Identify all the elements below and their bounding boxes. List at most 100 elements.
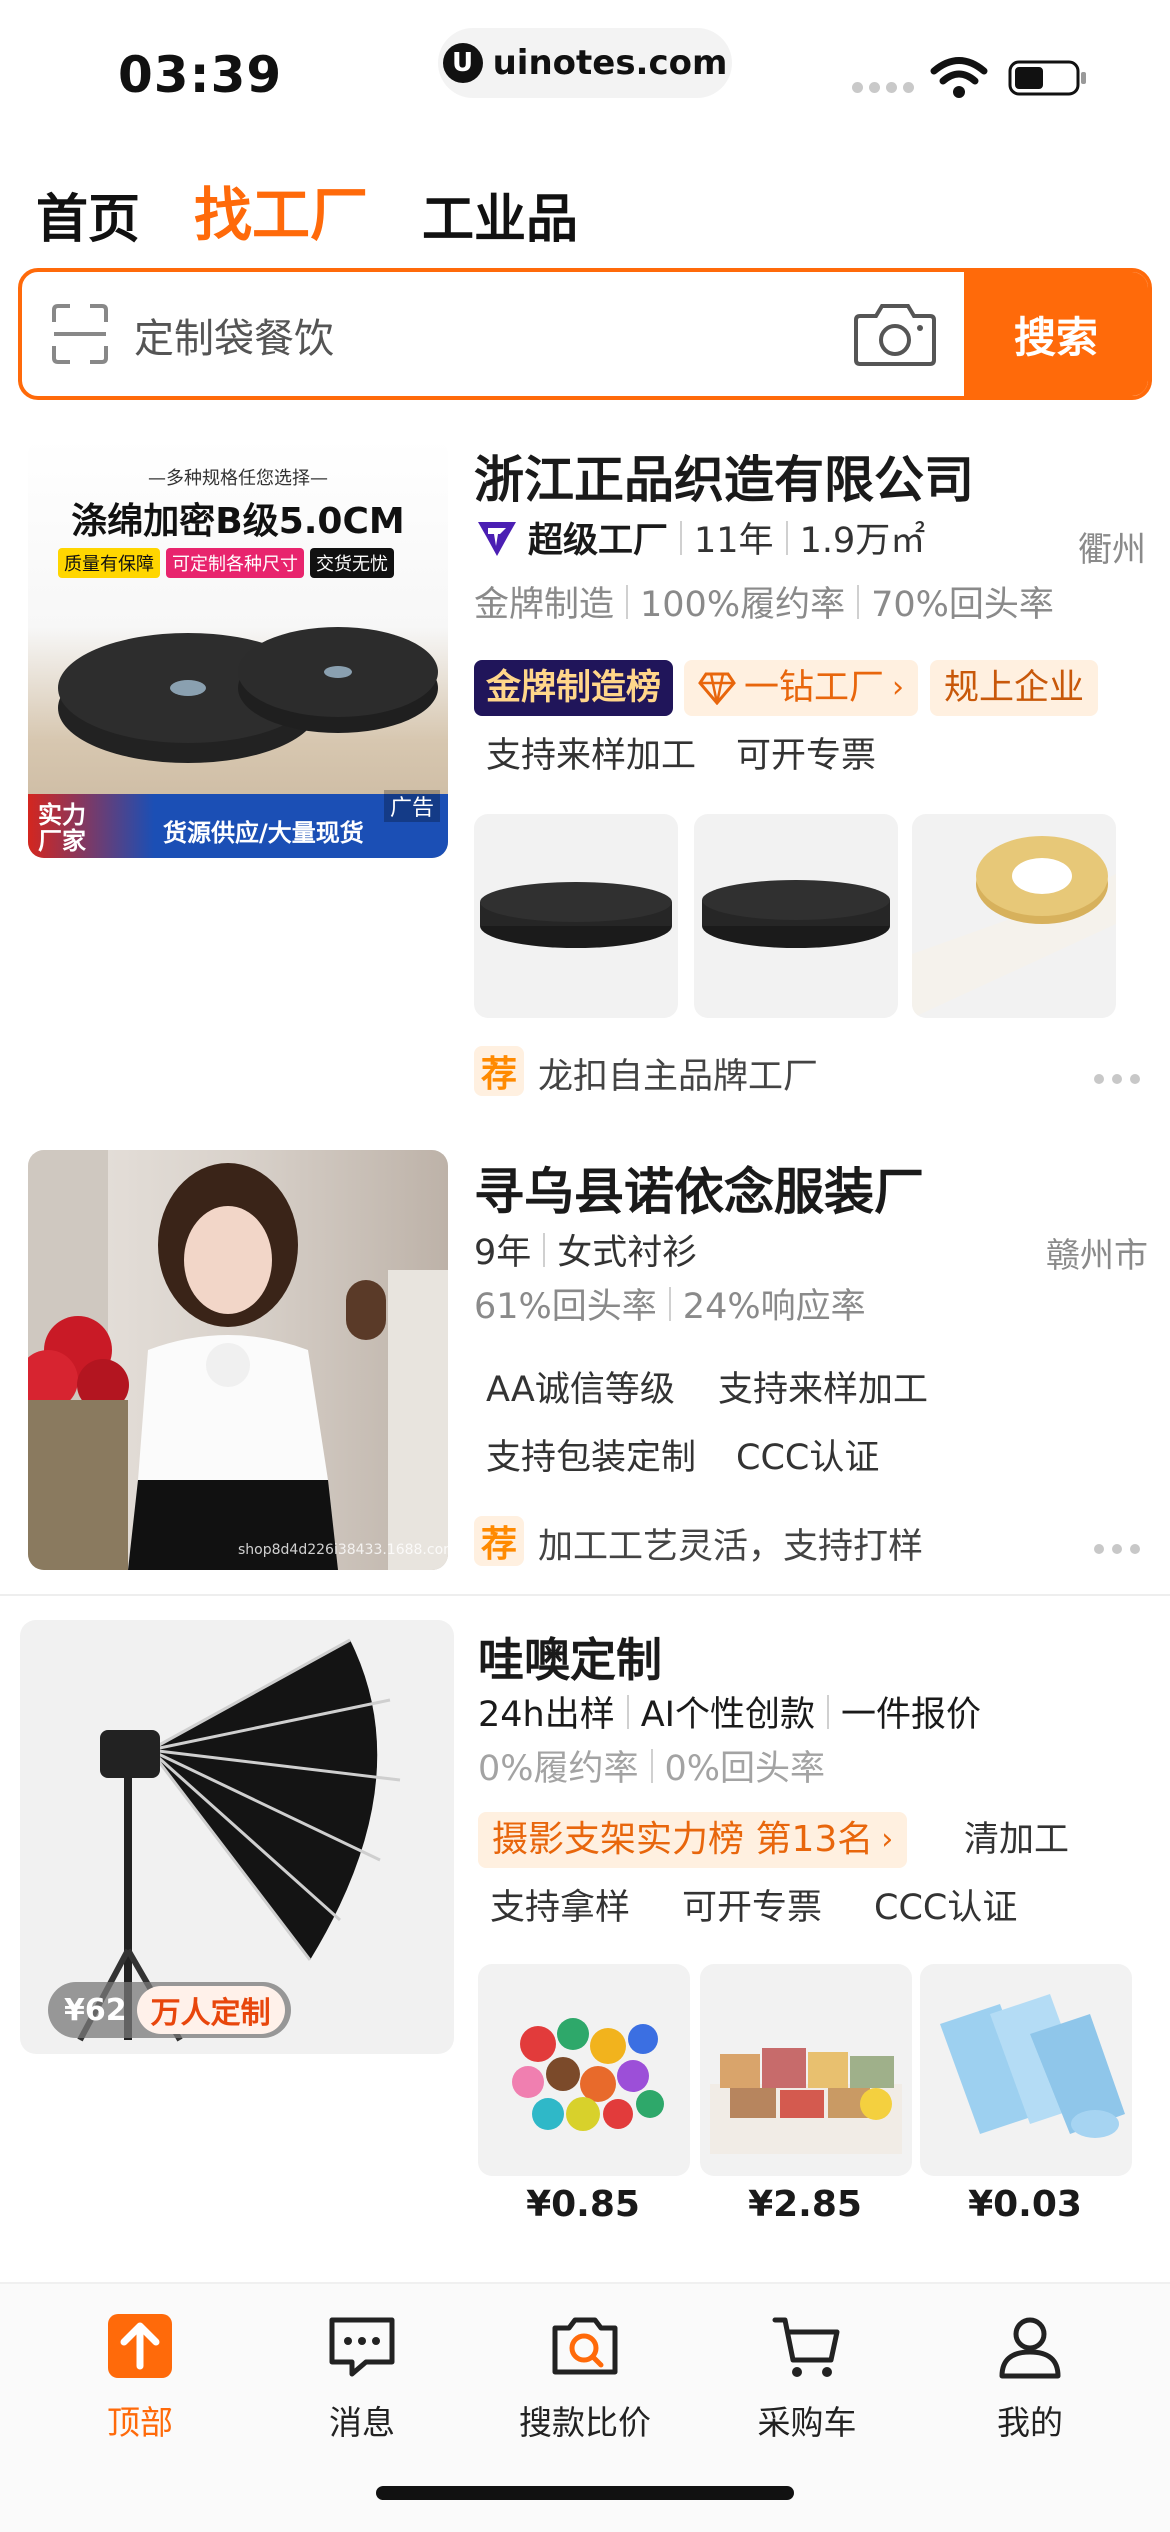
stat: 61%回头率 [474, 1287, 657, 1327]
factory-stats: 0%履约率 0%回头率 [478, 1740, 825, 1791]
nav-label: 顶部 [107, 2403, 173, 2442]
feature: AI个性创款 [640, 1695, 815, 1735]
service-tag: 支持包装定制 [486, 1438, 697, 1478]
product-price: ¥0.85 [526, 2184, 640, 2225]
thumb-price-badge[interactable]: ¥62 万人定制 [48, 1982, 291, 2038]
factory-stats: 金牌制造 100%履约率 70%回头率 [474, 576, 1054, 627]
factory-location: 赣州市 [1046, 1236, 1148, 1276]
card-divider [0, 1594, 1170, 1596]
nav-cart[interactable]: 采购车 [707, 2310, 907, 2444]
nav-compare[interactable]: 搜款比价 [485, 2310, 685, 2444]
profile-icon [999, 2317, 1061, 2379]
factory-name[interactable]: 哇噢定制 [478, 1624, 662, 1690]
thumb-badge: 质量有保障 [58, 548, 160, 578]
thumb-badge-label: 万人定制 [136, 1986, 285, 2034]
arrow-up-icon [108, 2314, 172, 2378]
url-text: uinotes.com [492, 43, 728, 83]
factory-location: 衢州 [1078, 530, 1146, 570]
cart-icon [772, 2317, 840, 2377]
thumb-headline: 涤绵加密B级5.0CM [71, 501, 405, 542]
product-image[interactable] [694, 814, 898, 1018]
rank-tag[interactable]: 摄影支架实力榜 第13名 › [478, 1812, 908, 1868]
site-logo-icon: U [442, 43, 483, 83]
status-bar: 03:39 U uinotes.com [0, 0, 1170, 140]
more-options-icon[interactable] [1094, 1074, 1140, 1084]
top-tabs: 首页 找工厂 工业品 [36, 168, 578, 252]
product-image-figurines[interactable] [478, 1964, 690, 2176]
cellular-signal-icon [852, 82, 914, 93]
thumb-bottom-text: 货源供应/大量现货 [163, 819, 364, 847]
search-input[interactable]: 定制袋餐饮 [134, 306, 334, 364]
wifi-icon [930, 57, 988, 98]
stat: 0%履约率 [478, 1749, 639, 1789]
factory-card-2[interactable]: shop8d4d226i38433.1688.com 寻乌县诺依念服装厂 9年 … [0, 1146, 1170, 1596]
message-icon [329, 2317, 395, 2377]
nav-messages[interactable]: 消息 [262, 2310, 462, 2444]
search-bar: 定制袋餐饮 搜索 [18, 268, 1152, 400]
product-image[interactable] [474, 814, 678, 1018]
scan-icon[interactable] [52, 304, 108, 364]
home-indicator[interactable] [376, 2486, 794, 2500]
factory-years: 9年 [474, 1233, 532, 1273]
feature: 24h出样 [478, 1695, 615, 1735]
camera-icon[interactable] [854, 298, 936, 368]
factory-name[interactable]: 浙江正品织造有限公司 [474, 440, 974, 512]
factory-meta: 9年 女式衬衫 [474, 1224, 697, 1275]
product-image-gift-boxes[interactable] [700, 1964, 912, 2176]
product-image-mailer-bags[interactable] [920, 1964, 1132, 2176]
nav-label: 采购车 [757, 2403, 857, 2442]
diamond-tag-label: 一钻工厂 [744, 668, 885, 708]
thumb-price: ¥62 [64, 1992, 127, 2028]
factory-area: 1.9万㎡ [799, 521, 926, 561]
product-thumbnail[interactable]: ¥62 万人定制 [20, 1620, 454, 2054]
product-price: ¥2.85 [748, 2184, 862, 2225]
factory-category: 女式衬衫 [557, 1233, 698, 1273]
service-tag: 清加工 [964, 1820, 1070, 1860]
enterprise-tag: 规上企业 [930, 660, 1099, 716]
thumb-brand: 实力厂家 [38, 801, 86, 855]
tape-roll-image [58, 627, 438, 763]
nav-top[interactable]: 顶部 [40, 2310, 240, 2444]
battery-icon [1008, 60, 1086, 96]
tab-find-factory[interactable]: 找工厂 [194, 168, 368, 252]
nav-label: 消息 [329, 2403, 395, 2442]
thumb-badge: 交货无忧 [310, 548, 394, 578]
service-tag: CCC认证 [874, 1888, 1018, 1928]
rank-tag[interactable]: 金牌制造榜 [474, 660, 674, 716]
stat: 24%响应率 [682, 1287, 866, 1327]
model-photo [28, 1150, 448, 1570]
more-options-icon[interactable] [1094, 1544, 1140, 1554]
nav-profile[interactable]: 我的 [930, 2310, 1130, 2444]
recommend-icon: 荐 [474, 1516, 524, 1566]
tab-industrial[interactable]: 工业品 [422, 177, 578, 252]
factory-years: 11年 [694, 521, 774, 561]
nav-label: 搜款比价 [519, 2403, 651, 2442]
stat: 0%回头率 [664, 1749, 826, 1789]
product-thumbnail[interactable]: shop8d4d226i38433.1688.com [28, 1150, 448, 1570]
stat: 100%履约率 [640, 585, 846, 625]
service-tag: AA诚信等级 [486, 1370, 675, 1410]
service-tag: 可开专票 [736, 736, 877, 776]
camera-search-icon [552, 2317, 618, 2375]
service-tag: 支持来样加工 [718, 1370, 929, 1410]
factory-name[interactable]: 寻乌县诺依念服装厂 [474, 1152, 924, 1224]
factory-card-3[interactable]: ¥62 万人定制 哇噢定制 24h出样 AI个性创款 一件报价 0%履约率 0%… [0, 1620, 1170, 2280]
feature: 一件报价 [841, 1695, 982, 1735]
diamond-tag[interactable]: 一钻工厂 › [684, 660, 919, 716]
search-button[interactable]: 搜索 [964, 272, 1148, 396]
product-thumbnail[interactable]: —多种规格任您选择— 涤绵加密B级5.0CM 质量有保障 可定制各种尺寸 交货无… [28, 438, 448, 858]
service-tag: CCC认证 [736, 1438, 880, 1478]
product-image[interactable] [912, 814, 1116, 1018]
diamond-icon [698, 672, 736, 705]
thumb-badge: 可定制各种尺寸 [166, 548, 304, 578]
product-price: ¥0.03 [968, 2184, 1082, 2225]
factory-card-1[interactable]: —多种规格任您选择— 涤绵加密B级5.0CM 质量有保障 可定制各种尺寸 交货无… [0, 434, 1170, 1104]
factory-stats: 61%回头率 24%响应率 [474, 1278, 866, 1329]
thumb-subtitle: —多种规格任您选择— [148, 468, 328, 489]
recommend-text: 加工工艺灵活，支持打样 [538, 1527, 924, 1567]
status-time: 03:39 [118, 46, 283, 104]
factory-meta: 24h出样 AI个性创款 一件报价 [478, 1686, 981, 1737]
url-pill[interactable]: U uinotes.com [438, 28, 732, 98]
tab-home[interactable]: 首页 [36, 177, 140, 252]
super-factory-icon [478, 521, 516, 556]
